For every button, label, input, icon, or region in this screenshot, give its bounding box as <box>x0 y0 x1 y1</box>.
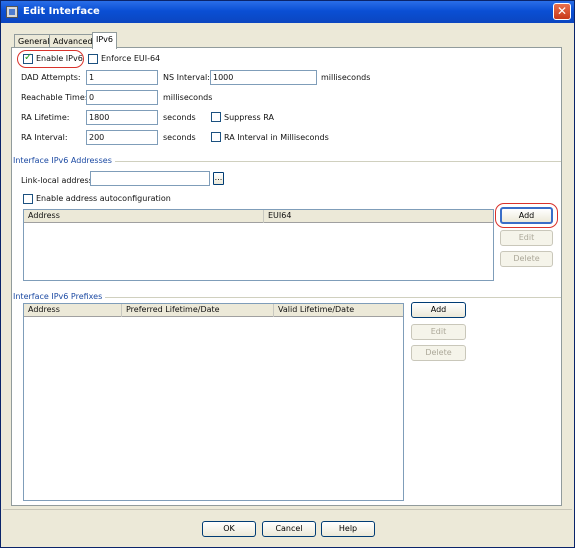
addresses-table[interactable]: Address EUI64 <box>23 209 494 281</box>
enforce-eui64-checkbox[interactable] <box>88 54 98 64</box>
link-local-input[interactable] <box>90 171 210 186</box>
ra-interval-unit: seconds <box>163 133 196 142</box>
ra-interval-ms-label: RA Interval in Milliseconds <box>224 133 329 142</box>
window-title: Edit Interface <box>23 6 100 17</box>
column-header-address[interactable]: Address <box>24 210 264 223</box>
ra-interval-input[interactable]: 200 <box>86 130 158 145</box>
enforce-eui64-label: Enforce EUI-64 <box>101 54 161 63</box>
app-icon <box>6 6 18 18</box>
edit-address-button[interactable]: Edit <box>500 230 553 246</box>
ra-lifetime-label: RA Lifetime: <box>21 113 70 122</box>
autoconfig-checkbox[interactable] <box>23 194 33 204</box>
ra-interval-ms-checkbox[interactable] <box>211 132 221 142</box>
prefixes-table-header: Address Preferred Lifetime/Date Valid Li… <box>24 304 403 317</box>
dad-attempts-input[interactable]: 1 <box>86 70 158 85</box>
prefixes-table[interactable]: Address Preferred Lifetime/Date Valid Li… <box>23 303 404 501</box>
suppress-ra-label: Suppress RA <box>224 113 274 122</box>
addresses-table-header: Address EUI64 <box>24 210 493 223</box>
ok-button[interactable]: OK <box>202 521 256 537</box>
column-header-address[interactable]: Address <box>24 304 122 317</box>
column-header-valid-lifetime[interactable]: Valid Lifetime/Date <box>274 304 404 317</box>
enable-ipv6-label: Enable IPv6 <box>36 54 83 63</box>
add-prefix-button[interactable]: Add <box>411 302 466 318</box>
ns-interval-input[interactable]: 1000 <box>210 70 317 85</box>
enable-ipv6-checkbox[interactable] <box>23 52 33 64</box>
prefixes-group-title: Interface IPv6 Prefixes <box>13 292 106 301</box>
add-address-button[interactable]: Add <box>500 207 553 224</box>
reachable-time-unit: milliseconds <box>163 93 213 102</box>
column-header-preferred-lifetime[interactable]: Preferred Lifetime/Date <box>122 304 274 317</box>
column-header-eui64[interactable]: EUI64 <box>264 210 494 223</box>
reachable-time-input[interactable]: 0 <box>86 90 158 105</box>
footer-divider <box>3 509 572 510</box>
suppress-ra-checkbox[interactable] <box>211 112 221 122</box>
tab-ipv6[interactable]: IPv6 <box>92 32 118 49</box>
edit-interface-dialog: Edit Interface ✕ General Advanced IPv6 E… <box>0 0 575 548</box>
ns-interval-label: NS Interval: <box>163 73 210 82</box>
delete-address-button[interactable]: Delete <box>500 251 553 267</box>
dad-attempts-label: DAD Attempts: <box>21 73 81 82</box>
cancel-button[interactable]: Cancel <box>262 521 316 537</box>
title-bar[interactable]: Edit Interface ✕ <box>1 1 574 23</box>
edit-prefix-button[interactable]: Edit <box>411 324 466 340</box>
autoconfig-label: Enable address autoconfiguration <box>36 194 171 203</box>
ra-lifetime-input[interactable]: 1800 <box>86 110 158 125</box>
ns-interval-unit: milliseconds <box>321 73 371 82</box>
reachable-time-label: Reachable Time: <box>21 93 88 102</box>
delete-prefix-button[interactable]: Delete <box>411 345 466 361</box>
ra-interval-label: RA Interval: <box>21 133 68 142</box>
tab-general[interactable]: General <box>14 34 54 48</box>
tab-advanced[interactable]: Advanced <box>49 34 97 48</box>
close-icon[interactable]: ✕ <box>553 3 571 20</box>
link-local-label: Link-local address: <box>21 176 96 185</box>
addresses-group-title: Interface IPv6 Addresses <box>13 156 115 165</box>
help-button[interactable]: Help <box>321 521 375 537</box>
link-local-browse-button[interactable]: ... <box>213 172 224 185</box>
ra-lifetime-unit: seconds <box>163 113 196 122</box>
